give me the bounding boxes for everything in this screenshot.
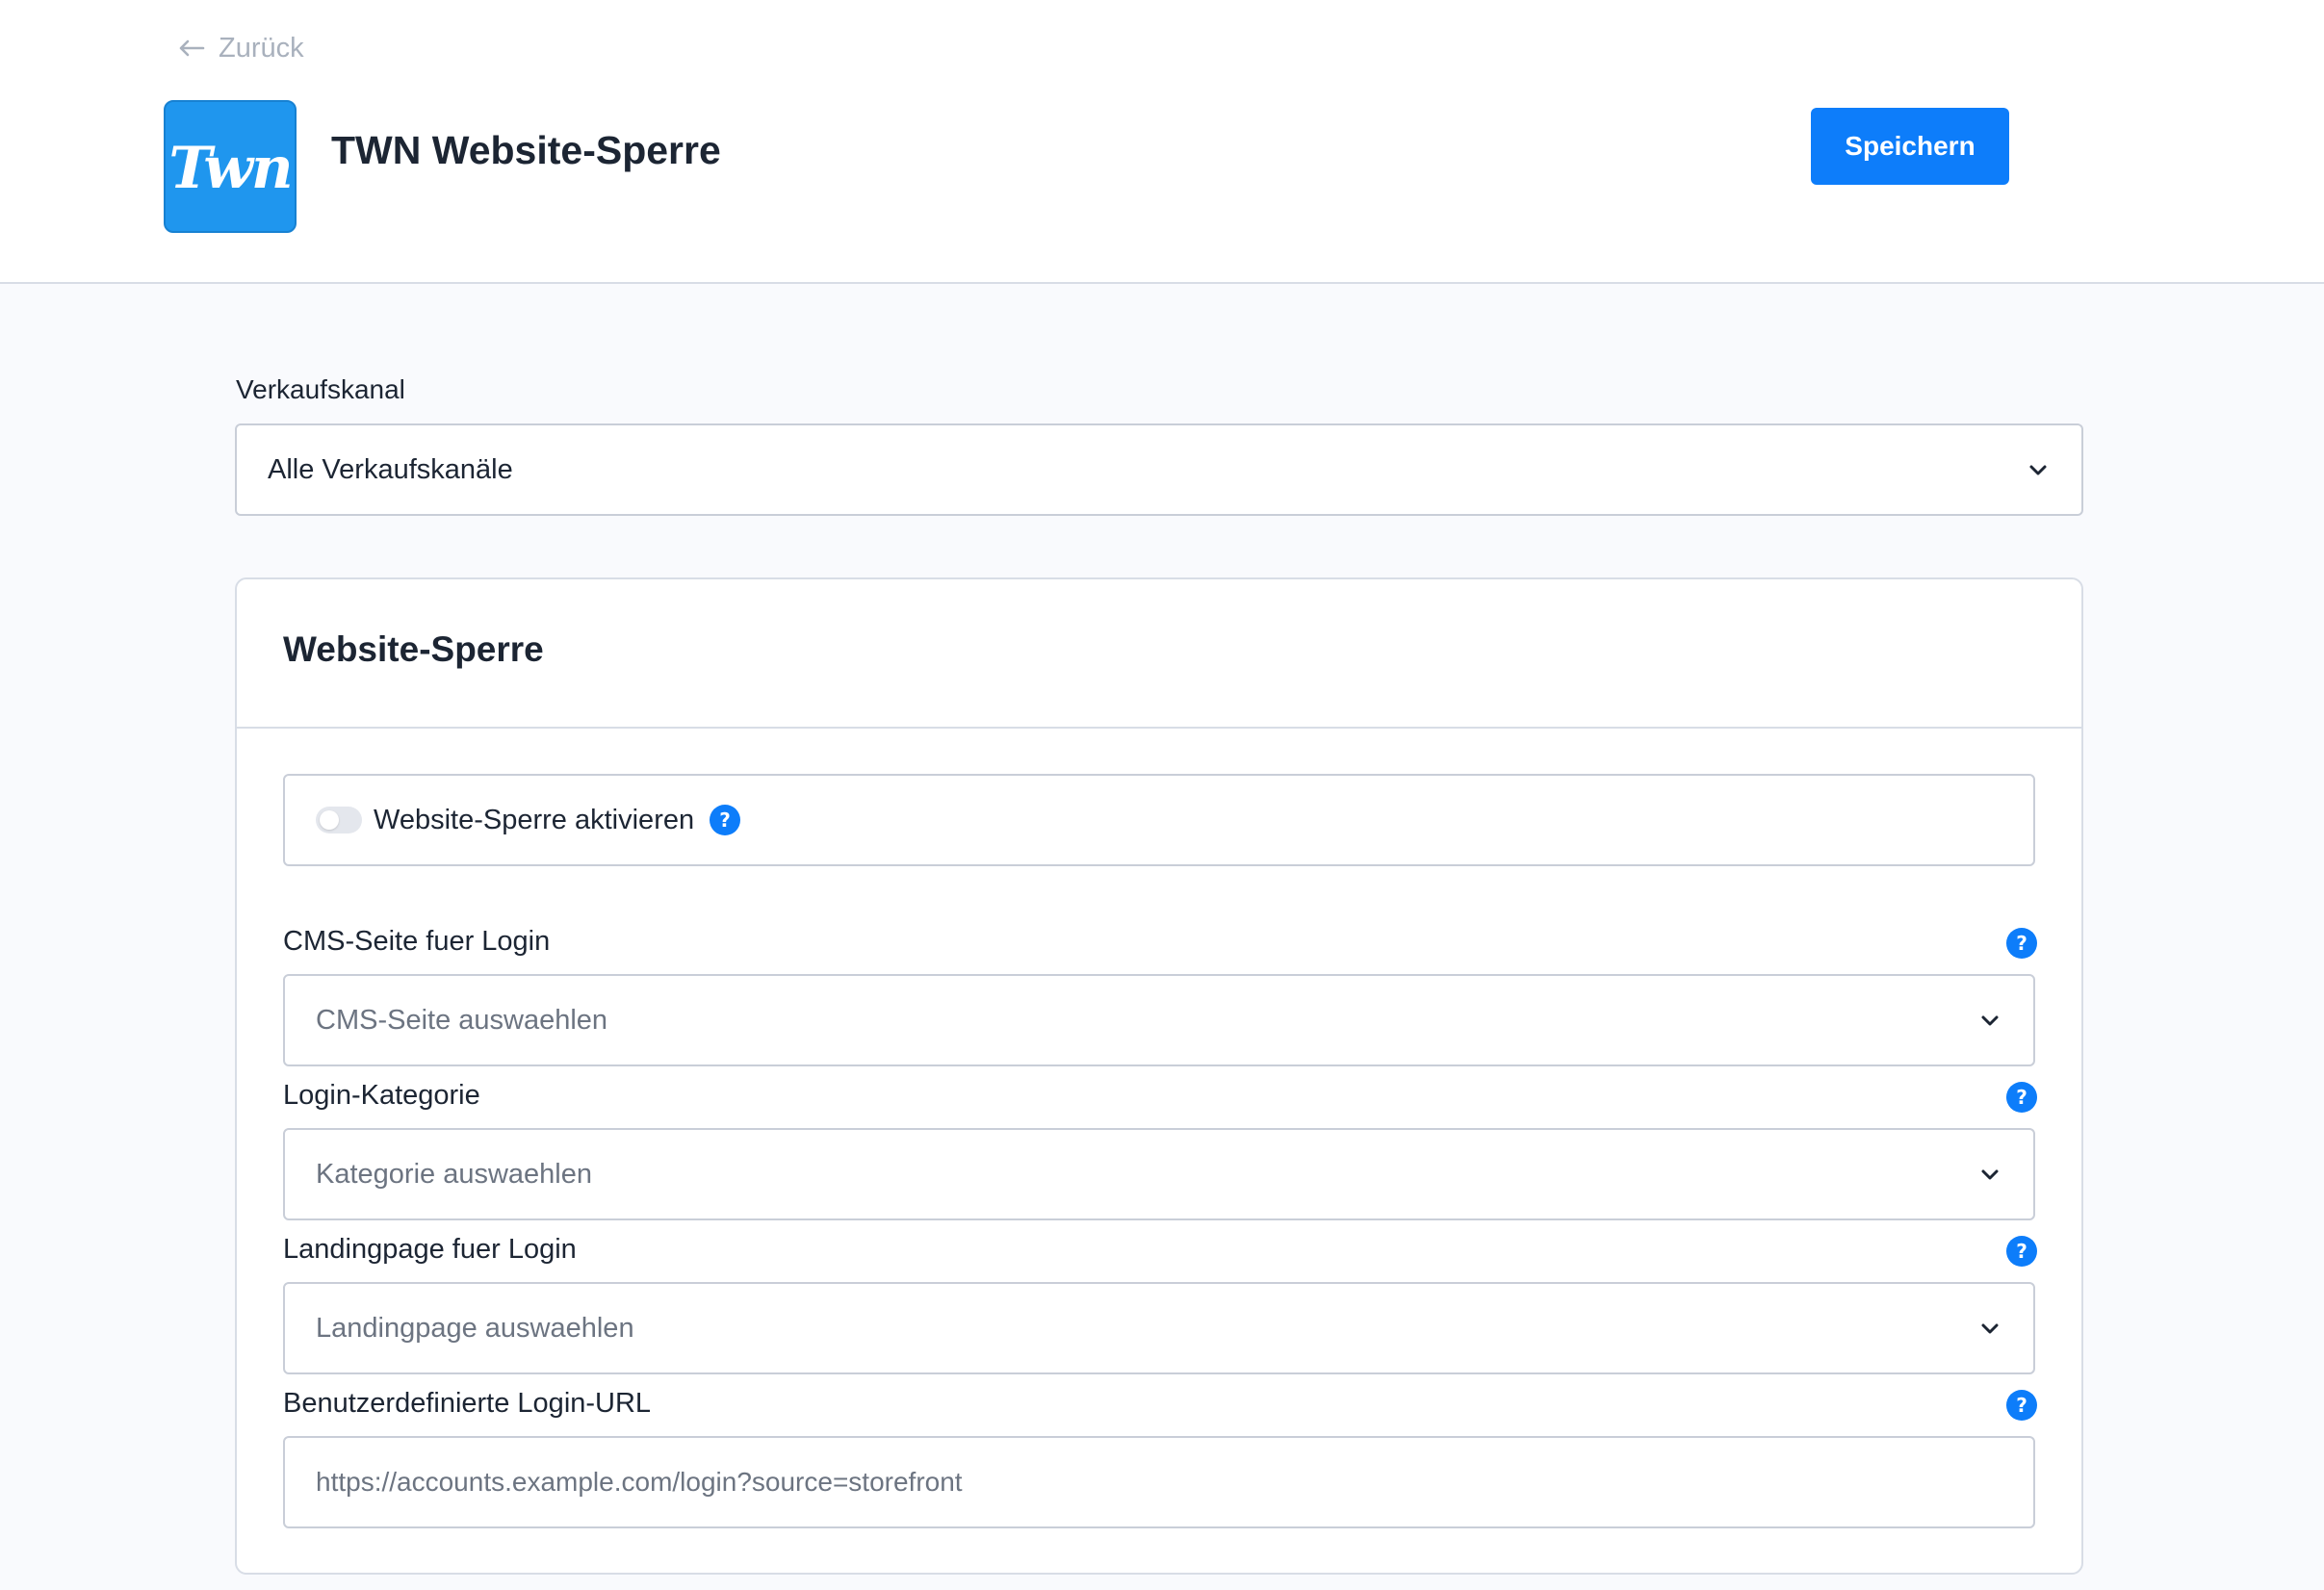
toggle-knob: [320, 810, 339, 830]
custom-login-url-label: Benutzerdefinierte Login-URL: [283, 1388, 652, 1419]
chevron-down-icon: [1981, 1169, 1999, 1180]
login-category-placeholder: Kategorie auswaehlen: [316, 1158, 592, 1190]
save-button[interactable]: Speichern: [1811, 108, 2009, 185]
toggle-row: Website-Sperre aktivieren ?: [283, 774, 2035, 866]
cms-page-select[interactable]: CMS-Seite auswaehlen: [283, 974, 2035, 1066]
card-divider: [237, 727, 2081, 729]
sales-channel-select[interactable]: Alle Verkaufskanäle: [235, 423, 2083, 516]
chevron-down-icon: [1981, 1323, 1999, 1334]
card-title: Website-Sperre: [283, 629, 544, 669]
website-lock-card: Website-Sperre Website-Sperre aktivieren…: [235, 577, 2083, 1575]
arrow-left-icon: [179, 39, 205, 57]
cms-page-label: CMS-Seite fuer Login: [283, 926, 551, 957]
chevron-down-icon: [2029, 465, 2047, 475]
app-logo: Twn: [164, 100, 297, 233]
app-logo-text: Twn: [168, 135, 293, 202]
cms-page-placeholder: CMS-Seite auswaehlen: [316, 1004, 608, 1036]
custom-login-url-input[interactable]: [283, 1436, 2035, 1528]
page-header: Zurück Twn TWN Website-Sperre Speichern: [0, 0, 2324, 284]
login-category-label: Login-Kategorie: [283, 1080, 480, 1111]
sales-channel-value: Alle Verkaufskanäle: [268, 453, 513, 485]
landingpage-select[interactable]: Landingpage auswaehlen: [283, 1282, 2035, 1374]
landingpage-label: Landingpage fuer Login: [283, 1234, 577, 1265]
sales-channel-label: Verkaufskanal: [236, 374, 405, 404]
help-icon[interactable]: ?: [2006, 1390, 2037, 1421]
help-icon[interactable]: ?: [2006, 1236, 2037, 1267]
landingpage-placeholder: Landingpage auswaehlen: [316, 1312, 634, 1344]
website-lock-toggle[interactable]: [316, 807, 362, 833]
toggle-label: Website-Sperre aktivieren: [374, 804, 695, 835]
help-icon[interactable]: ?: [2006, 1082, 2037, 1113]
back-link[interactable]: Zurück: [178, 29, 304, 67]
back-link-label: Zurück: [219, 32, 304, 64]
help-icon[interactable]: ?: [2006, 928, 2037, 959]
chevron-down-icon: [1981, 1015, 1999, 1026]
page-title: TWN Website-Sperre: [331, 128, 721, 172]
help-icon[interactable]: ?: [710, 805, 741, 835]
login-category-select[interactable]: Kategorie auswaehlen: [283, 1128, 2035, 1220]
